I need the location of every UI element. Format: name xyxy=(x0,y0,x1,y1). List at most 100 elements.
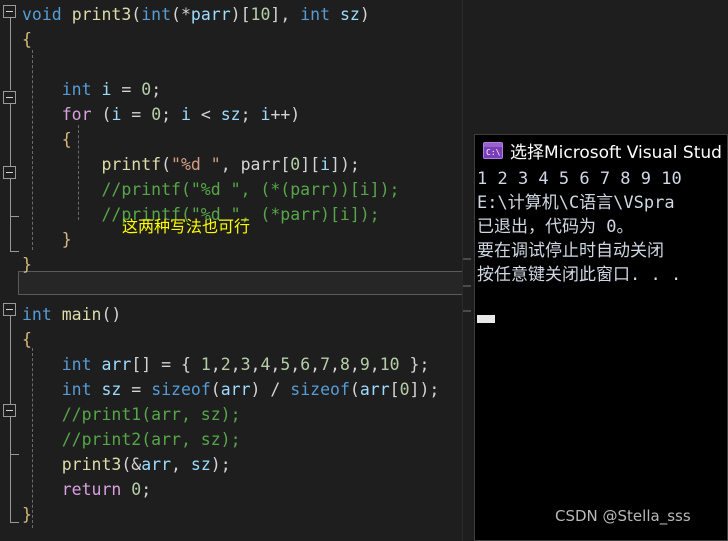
scrollbar-mark-2 xyxy=(463,285,471,287)
code-line-21[interactable]: } xyxy=(22,502,32,527)
code-token: i xyxy=(320,155,331,174)
code-token: parr xyxy=(240,155,281,174)
console-title-bar[interactable]: C:\ 选择Microsoft Visual Stud xyxy=(475,135,727,165)
code-token: , xyxy=(369,355,380,374)
code-token: , xyxy=(290,355,301,374)
code-line-13[interactable]: int main() xyxy=(22,302,121,327)
code-token: { xyxy=(22,30,32,49)
code-token: ( xyxy=(349,380,360,399)
code-line-20[interactable]: return 0; xyxy=(22,477,151,502)
code-token: 1 xyxy=(200,355,211,374)
code-line-15[interactable]: int arr[] = { 1,2,3,4,5,6,7,8,9,10 }; xyxy=(22,352,430,377)
code-token: //print2(arr, sz); xyxy=(22,430,241,449)
code-line-6[interactable]: { xyxy=(22,127,72,152)
code-line-18[interactable]: //print2(arr, sz); xyxy=(22,427,241,452)
code-token: int xyxy=(141,5,172,24)
code-line-1[interactable]: void print3(int(*parr)[10], int sz) xyxy=(22,2,370,27)
code-token: { xyxy=(22,330,32,349)
code-line-2[interactable]: { xyxy=(22,27,32,52)
code-line-17[interactable]: //print1(arr, sz); xyxy=(22,402,241,427)
code-token: ); xyxy=(210,455,231,474)
code-token: ) xyxy=(359,5,370,24)
code-token: arr xyxy=(101,355,132,374)
console-window-icon: C:\ xyxy=(483,141,503,159)
code-line-11[interactable]: } xyxy=(22,252,32,277)
editor-scrollbar[interactable] xyxy=(462,0,471,541)
screenshot-root: void print3(int(*parr)[10], int sz){ int… xyxy=(0,0,728,541)
code-token: ; xyxy=(151,80,162,99)
code-token: < xyxy=(190,105,221,124)
code-token: print3 xyxy=(71,5,132,24)
code-token: )[ xyxy=(230,5,251,24)
code-token: ( xyxy=(210,380,221,399)
code-line-5[interactable]: for (i = 0; i < sz; i++) xyxy=(22,102,301,127)
code-token: 0 xyxy=(141,80,152,99)
code-token: "%d " xyxy=(171,155,221,174)
code-token: 8 xyxy=(339,355,350,374)
code-token: [] = { xyxy=(131,355,201,374)
code-token: 10 xyxy=(250,5,271,24)
code-token: , xyxy=(220,155,241,174)
code-token: }; xyxy=(399,355,430,374)
scrollbar-mark-3 xyxy=(463,310,471,312)
code-token: ][ xyxy=(300,155,321,174)
code-line-10[interactable]: } xyxy=(22,227,72,252)
code-token: int xyxy=(300,5,331,24)
code-lines[interactable]: void print3(int(*parr)[10], int sz){ int… xyxy=(0,0,470,541)
code-token: } xyxy=(22,505,32,524)
code-line-4[interactable]: int i = 0; xyxy=(22,77,161,102)
code-token: arr xyxy=(141,455,172,474)
code-token: sizeof xyxy=(290,380,350,399)
code-editor[interactable]: void print3(int(*parr)[10], int sz){ int… xyxy=(0,0,471,541)
code-token: sz xyxy=(220,105,241,124)
code-token: 3 xyxy=(240,355,251,374)
console-output: 1 2 3 4 5 6 7 8 9 10 E:\计算机\C语言\VSpra 已退出，… xyxy=(475,165,727,287)
code-token: int xyxy=(61,380,92,399)
console-line-3: 已退出，代码为 0。 xyxy=(477,217,634,237)
code-line-8[interactable]: //printf("%d ", (*(parr))[i]); xyxy=(22,177,399,202)
code-token: arr xyxy=(220,380,251,399)
code-line-14[interactable]: { xyxy=(22,327,32,352)
code-token: ; xyxy=(240,105,261,124)
code-token: arr xyxy=(359,380,390,399)
code-token: int xyxy=(22,305,52,324)
code-token: ( xyxy=(91,105,112,124)
code-token: 5 xyxy=(280,355,291,374)
scrollbar-mark-1 xyxy=(463,258,471,260)
console-window[interactable]: C:\ 选择Microsoft Visual Stud 1 2 3 4 5 6 … xyxy=(474,134,728,541)
code-token: (& xyxy=(121,455,142,474)
code-token: } xyxy=(22,255,32,274)
code-line-7[interactable]: printf("%d ", parr[0][i]); xyxy=(22,152,359,177)
code-token: i xyxy=(260,105,271,124)
code-token: printf xyxy=(101,155,162,174)
code-token: , xyxy=(349,355,360,374)
code-token: for xyxy=(61,105,92,124)
code-token: ( xyxy=(171,5,181,24)
code-token: 0 xyxy=(290,155,301,174)
code-token: , xyxy=(250,355,261,374)
code-token: } xyxy=(61,230,72,249)
console-icon-label: C:\ xyxy=(486,147,501,157)
console-line-1: 1 2 3 4 5 6 7 8 9 10 xyxy=(477,169,682,189)
code-line-19[interactable]: print3(&arr, sz); xyxy=(22,452,231,477)
code-token: * xyxy=(180,5,191,24)
code-token: 0 xyxy=(151,105,162,124)
code-token: 9 xyxy=(359,355,370,374)
code-token: ; xyxy=(141,480,152,499)
code-token: return xyxy=(61,480,122,499)
code-token: 0 xyxy=(131,480,142,499)
code-token: sz xyxy=(339,5,360,24)
code-token: = xyxy=(111,80,142,99)
code-line-16[interactable]: int sz = sizeof(arr) / sizeof(arr[0]); xyxy=(22,377,440,402)
code-token: 0 xyxy=(399,380,410,399)
code-token: i xyxy=(181,105,191,124)
code-token: parr xyxy=(190,5,231,24)
code-token: ; xyxy=(161,105,181,124)
